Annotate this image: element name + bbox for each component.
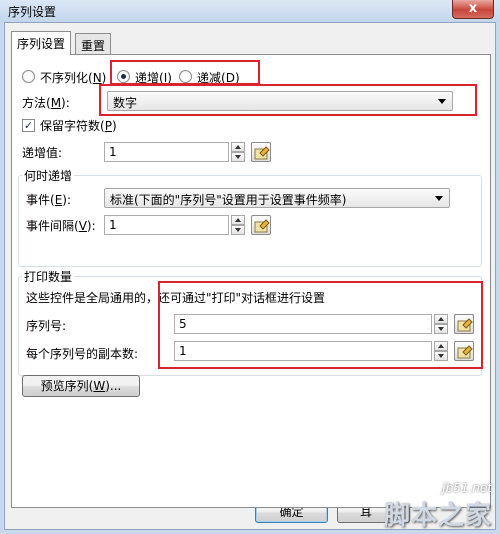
watermark-site: jb51.net xyxy=(442,481,492,495)
tab-label: 重置 xyxy=(81,39,106,53)
tab-serial-settings[interactable]: 序列设置 xyxy=(11,31,72,55)
close-button[interactable]: x xyxy=(452,0,494,19)
tab-reset[interactable]: 重置 xyxy=(75,33,112,55)
watermark: jb51.net 脚本之家 xyxy=(384,481,492,532)
copies-label: 每个序列号的副本数: xyxy=(26,347,139,361)
spin-up-icon[interactable] xyxy=(231,215,245,225)
close-icon: x xyxy=(468,1,478,16)
watermark-brand: 脚本之家 xyxy=(383,501,492,531)
event-dropdown[interactable]: 标准(下面的"序列号"设置用于设置事件频率) xyxy=(104,188,450,208)
keep-digits-checkbox[interactable]: ✓ xyxy=(22,119,35,132)
spin-up-icon[interactable] xyxy=(231,142,245,152)
interval-stepper[interactable] xyxy=(231,215,245,235)
interval-settings-button[interactable] xyxy=(251,215,271,235)
tab-panel: 不序列化(N) 递增(I) 递减(D) 方法(M): 数字 ✓ 保留字符数(P)… xyxy=(11,54,491,508)
increment-stepper[interactable] xyxy=(231,142,245,162)
tab-label: 序列设置 xyxy=(17,37,66,51)
increment-label: 递增值: xyxy=(22,146,63,160)
radio-no-serialize-label: 不序列化(N) xyxy=(40,71,107,85)
keep-digits-label: 保留字符数(P) xyxy=(40,119,117,133)
event-label: 事件(E): xyxy=(26,193,72,207)
spin-down-icon[interactable] xyxy=(231,225,245,235)
settings-icon xyxy=(254,219,270,233)
highlight-box-print xyxy=(158,281,483,369)
serial-count-label: 序列号: xyxy=(26,319,67,333)
print-quantity-title: 打印数量 xyxy=(22,268,75,285)
increment-input[interactable]: 1 xyxy=(104,142,229,162)
highlight-box-mode xyxy=(110,60,260,85)
event-value: 标准(下面的"序列号"设置用于设置事件频率) xyxy=(110,193,347,207)
increment-settings-button[interactable] xyxy=(251,142,271,162)
radio-no-serialize[interactable] xyxy=(22,70,35,83)
dialog-client: 序列设置 重置 不序列化(N) 递增(I) 递减(D) 方法(M): 数字 ✓ … xyxy=(4,22,496,530)
preview-serial-button[interactable]: 预览序列(W)... xyxy=(22,375,140,397)
chevron-down-icon xyxy=(435,196,443,201)
interval-input[interactable]: 1 xyxy=(104,215,229,235)
settings-icon xyxy=(254,146,270,160)
method-label: 方法(M): xyxy=(22,96,70,110)
title-bar: 序列设置 x xyxy=(0,0,500,22)
when-increment-title: 何时递增 xyxy=(22,167,75,184)
spin-down-icon[interactable] xyxy=(231,152,245,162)
interval-label: 事件间隔(V): xyxy=(26,219,96,233)
highlight-box-method xyxy=(99,84,477,116)
window-title: 序列设置 xyxy=(8,5,57,19)
